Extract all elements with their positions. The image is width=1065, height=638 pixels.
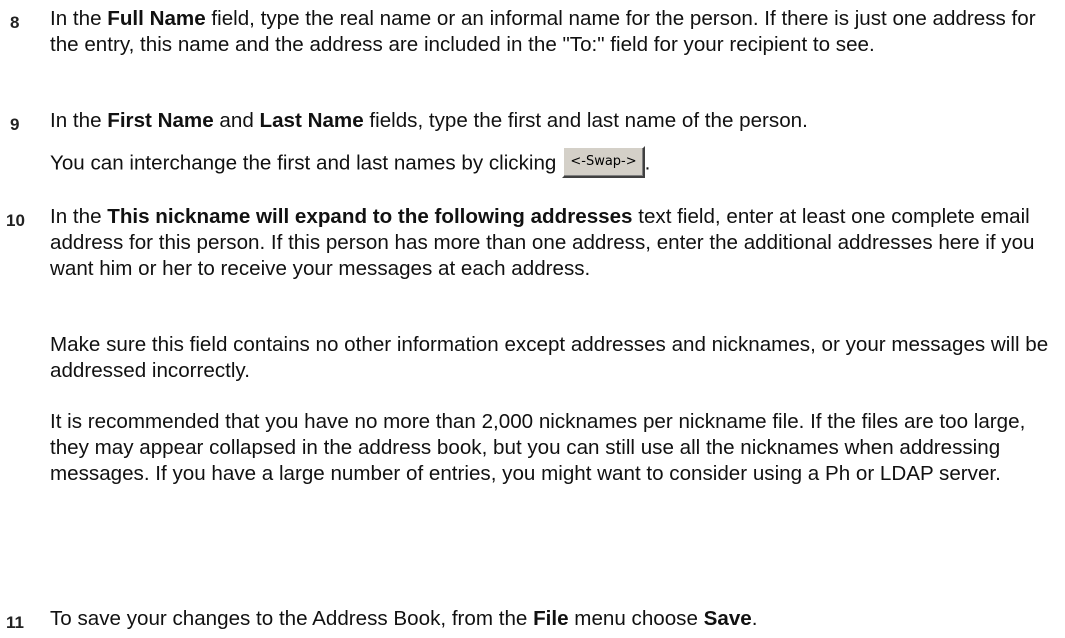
command-name-save: Save <box>703 607 752 630</box>
step-text: In the First Name and Last Name fields, … <box>50 108 1050 134</box>
swap-instruction: You can interchange the first and last n… <box>50 146 1050 180</box>
step-number: 9 <box>10 115 20 134</box>
instruction-document: 8 In the Full Name field, type the real … <box>0 0 1065 638</box>
field-name-nickname-addresses: This nickname will expand to the followi… <box>107 205 633 228</box>
text-run: You can interchange the first and last n… <box>50 151 557 175</box>
note-paragraph: Make sure this field contains no other i… <box>50 333 1049 382</box>
text-run: . <box>751 607 758 630</box>
step-number: 10 <box>6 211 25 230</box>
field-name-last-name: Last Name <box>259 109 364 132</box>
text-run: In the <box>50 205 108 228</box>
step-number: 8 <box>10 13 20 32</box>
note-paragraph: It is recommended that you have no more … <box>50 410 1026 485</box>
text-run: fields, type the first and last name of … <box>363 109 808 132</box>
swap-button[interactable]: <-Swap-> <box>562 146 645 178</box>
step-text: In the This nickname will expand to the … <box>50 204 1050 282</box>
text-run: menu choose <box>568 607 704 630</box>
text-run: and <box>213 109 260 132</box>
text-run: To save your changes to the Address Book… <box>50 607 534 630</box>
text-run: . <box>644 151 651 175</box>
menu-name-file: File <box>533 607 569 630</box>
step-text: In the Full Name field, type the real na… <box>50 6 1050 58</box>
text-run: In the <box>50 109 108 132</box>
step-number: 11 <box>6 613 24 632</box>
step-text: To save your changes to the Address Book… <box>50 606 1050 632</box>
field-name-first-name: First Name <box>107 109 214 132</box>
text-run: In the <box>50 7 108 30</box>
field-name-full-name: Full Name <box>107 7 206 30</box>
